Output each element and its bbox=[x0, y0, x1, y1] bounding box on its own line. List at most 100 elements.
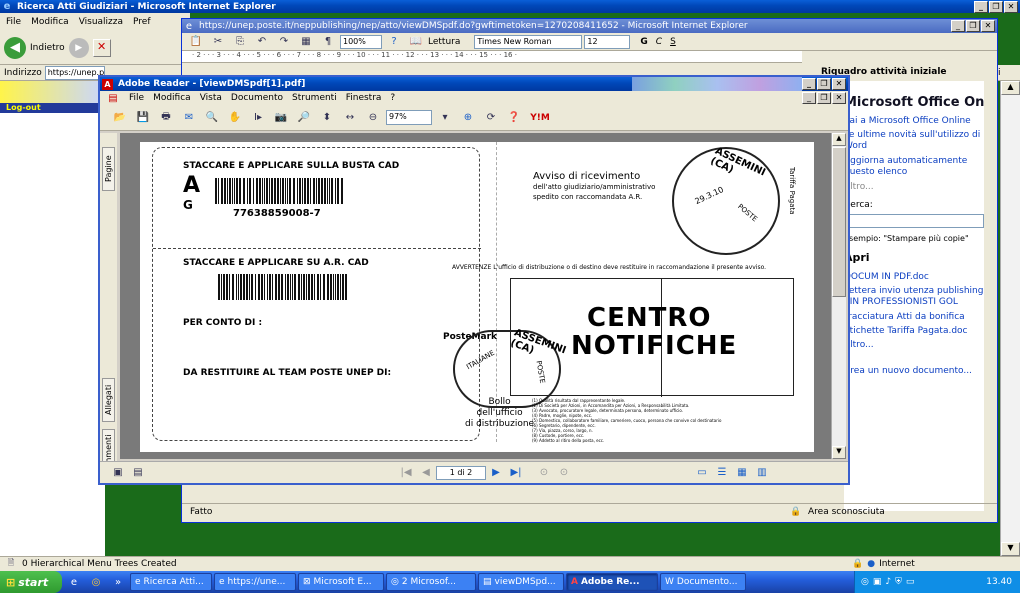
start-button[interactable]: ⊞ start bbox=[0, 571, 62, 593]
redo-icon[interactable]: ↷ bbox=[276, 35, 292, 49]
back-view-icon[interactable]: ⊙ bbox=[536, 466, 552, 480]
zoom-out-icon[interactable]: ⊖ bbox=[365, 111, 381, 125]
task-ricerca[interactable]: e Ricerca Atti... bbox=[130, 573, 212, 591]
pilcrow-icon[interactable]: ¶ bbox=[320, 35, 336, 49]
quicklaunch-more-icon[interactable]: » bbox=[110, 575, 126, 589]
reader-minimize-button[interactable]: _ bbox=[802, 78, 816, 90]
word-title-bar[interactable]: e https://unep.poste.it/neppublishing/ne… bbox=[182, 19, 997, 33]
reader-scroll-thumb[interactable] bbox=[832, 147, 846, 297]
task-adobe[interactable]: A Adobe Re... bbox=[566, 573, 658, 591]
zoom-in-icon[interactable]: ⊕ bbox=[460, 111, 476, 125]
close-button[interactable]: ✕ bbox=[1004, 1, 1018, 13]
menu-preferiti[interactable]: Pref bbox=[133, 17, 150, 27]
ie-title-bar[interactable]: e Ricerca Atti Giudiziari - Microsoft In… bbox=[0, 0, 1020, 13]
doc-minimize-button[interactable]: _ bbox=[802, 92, 816, 104]
tab-pagine[interactable]: Pagine bbox=[102, 147, 115, 191]
minimize-button[interactable]: _ bbox=[974, 1, 988, 13]
single-page-icon[interactable]: ▭ bbox=[694, 466, 710, 480]
task-search-input[interactable] bbox=[844, 214, 984, 228]
underline-button[interactable]: S bbox=[670, 37, 676, 47]
search-binoculars-icon[interactable]: 🔍 bbox=[204, 111, 220, 125]
last-page-icon[interactable]: ▶| bbox=[508, 466, 524, 480]
reader-menu-vista[interactable]: Vista bbox=[200, 93, 222, 103]
task-link-3[interactable]: Aggiorna automaticamente questo elenco bbox=[844, 156, 984, 178]
yahoo-icon[interactable]: Y!M bbox=[529, 111, 551, 125]
document-view[interactable]: STACCARE E APPLICARE SULLA BUSTA CAD A G… bbox=[120, 133, 831, 459]
task-link-2[interactable]: Le ultime novità sull'utilizzo di Word bbox=[844, 130, 984, 152]
scroll-down-button[interactable]: ▼ bbox=[1001, 542, 1020, 556]
first-page-icon[interactable]: |◀ bbox=[398, 466, 414, 480]
task-office[interactable]: ◎ 2 Microsof... bbox=[386, 573, 476, 591]
fit-page-icon[interactable]: ⬍ bbox=[319, 111, 335, 125]
address-input[interactable]: https://unep.poste.it bbox=[45, 66, 105, 80]
help-icon[interactable]: ? bbox=[386, 35, 402, 49]
tray-office-icon[interactable]: ◎ bbox=[861, 577, 869, 587]
task-link-1[interactable]: Vai a Microsoft Office Online bbox=[844, 116, 984, 126]
task-link-more[interactable]: Altro... bbox=[844, 182, 984, 192]
task-viewdms[interactable]: ▤ viewDMSpd... bbox=[478, 573, 564, 591]
print-icon[interactable]: 🖶 bbox=[158, 111, 174, 125]
save-icon[interactable]: 💾 bbox=[135, 111, 151, 125]
task-documento[interactable]: W Documento... bbox=[660, 573, 746, 591]
continuous-facing-icon[interactable]: ▥ bbox=[754, 466, 770, 480]
task-excel[interactable]: ⊠ Microsoft E... bbox=[298, 573, 384, 591]
file-link-3[interactable]: Tracciatura Atti da bonifica bbox=[844, 312, 984, 322]
tray-security-icon[interactable]: ⛨ bbox=[895, 577, 902, 587]
rotate-icon[interactable]: ⟳ bbox=[483, 111, 499, 125]
continuous-icon[interactable]: ☰ bbox=[714, 466, 730, 480]
forward-arrow-icon[interactable]: ▶ bbox=[69, 38, 89, 58]
help-circle-icon[interactable]: ❓ bbox=[506, 111, 522, 125]
hand-tool-icon[interactable]: ✋ bbox=[227, 111, 243, 125]
stop-icon[interactable]: ✕ bbox=[93, 39, 111, 57]
task-https[interactable]: e https://une... bbox=[214, 573, 296, 591]
reader-scroll-up[interactable]: ▲ bbox=[832, 133, 846, 146]
reader-menu-file[interactable]: File bbox=[129, 93, 144, 103]
reader-menu-modifica[interactable]: Modifica bbox=[153, 93, 191, 103]
quicklaunch-ie-icon[interactable]: e bbox=[66, 575, 82, 589]
next-page-icon[interactable]: ▶ bbox=[488, 466, 504, 480]
lettura-icon[interactable]: 📖 bbox=[408, 35, 424, 49]
quicklaunch-office-icon[interactable]: ◎ bbox=[88, 575, 104, 589]
logout-link[interactable]: Log-out bbox=[0, 103, 105, 113]
italic-button[interactable]: C bbox=[656, 37, 662, 47]
word-close-button[interactable]: ✕ bbox=[981, 20, 995, 32]
file-link-1[interactable]: DOCUM IN PDF.doc bbox=[844, 272, 984, 282]
reader-menu-finestra[interactable]: Finestra bbox=[346, 93, 382, 103]
scroll-up-button[interactable]: ▲ bbox=[1001, 81, 1020, 95]
reader-scroll-down[interactable]: ▼ bbox=[832, 446, 846, 459]
paste-icon[interactable]: 📋 bbox=[188, 35, 204, 49]
forward-view-icon[interactable]: ⊙ bbox=[556, 466, 572, 480]
undo-icon[interactable]: ↶ bbox=[254, 35, 270, 49]
reader-zoom-field[interactable]: 97% bbox=[386, 110, 432, 125]
reader-menu-strumenti[interactable]: Strumenti bbox=[292, 93, 337, 103]
tab-allegati[interactable]: Allegati bbox=[102, 378, 115, 422]
word-minimize-button[interactable]: _ bbox=[951, 20, 965, 32]
tray-display-icon[interactable]: ▭ bbox=[906, 577, 915, 587]
snapshot-icon[interactable]: 📷 bbox=[273, 111, 289, 125]
zoom-dropdown-icon[interactable]: ▾ bbox=[437, 111, 453, 125]
word-zoom-field[interactable]: 100% bbox=[340, 35, 382, 49]
tray-network-icon[interactable]: ▣ bbox=[873, 577, 882, 587]
reader-maximize-button[interactable]: ❐ bbox=[817, 78, 831, 90]
email-icon[interactable]: ✉ bbox=[181, 111, 197, 125]
copy-icon[interactable]: ⎘ bbox=[232, 35, 248, 49]
reader-menu-documento[interactable]: Documento bbox=[231, 93, 283, 103]
back-button-label[interactable]: Indietro bbox=[30, 43, 65, 53]
reader-menu-help[interactable]: ? bbox=[390, 93, 395, 103]
reader-scrollbar[interactable]: ▲ ▼ bbox=[831, 133, 846, 459]
back-arrow-icon[interactable]: ◀ bbox=[4, 37, 26, 59]
thumbnail-icon[interactable]: ▤ bbox=[130, 466, 146, 480]
cut-icon[interactable]: ✂ bbox=[210, 35, 226, 49]
file-link-2[interactable]: Lettera invio utenza publishing SIN PROF… bbox=[844, 286, 984, 308]
font-name-field[interactable]: Times New Roman bbox=[474, 35, 582, 49]
doc-close-button[interactable]: ✕ bbox=[832, 92, 846, 104]
page-layout-icon[interactable]: ▣ bbox=[110, 466, 126, 480]
table-icon[interactable]: ▦ bbox=[298, 35, 314, 49]
file-link-more[interactable]: Altro... bbox=[844, 340, 984, 350]
lettura-button[interactable]: Lettura bbox=[428, 37, 460, 47]
select-tool-icon[interactable]: I▸ bbox=[250, 111, 266, 125]
font-size-field[interactable]: 12 bbox=[584, 35, 630, 49]
new-doc-link[interactable]: Crea un nuovo documento... bbox=[844, 366, 984, 376]
reader-close-button[interactable]: ✕ bbox=[832, 78, 846, 90]
open-folder-icon[interactable]: 📂 bbox=[112, 111, 128, 125]
